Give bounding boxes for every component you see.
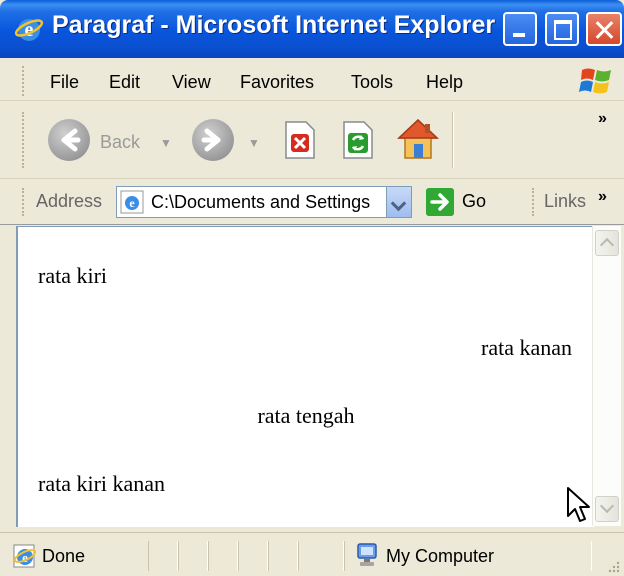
windows-logo-icon xyxy=(579,68,611,94)
paragraph-right: rata kanan xyxy=(481,335,572,360)
menu-view[interactable]: View xyxy=(172,72,211,93)
mouse-cursor-icon xyxy=(567,487,590,522)
ie-logo-icon: e xyxy=(14,19,44,41)
forward-button[interactable] xyxy=(192,119,234,161)
vertical-scrollbar[interactable] xyxy=(592,226,621,526)
my-computer-icon xyxy=(357,543,377,566)
scroll-down-button[interactable] xyxy=(595,496,619,522)
home-icon[interactable] xyxy=(396,116,440,162)
go-button[interactable]: Go xyxy=(462,191,486,212)
links-grip[interactable] xyxy=(532,188,537,216)
status-panel xyxy=(148,541,178,571)
toolbar-separator xyxy=(452,112,454,168)
menu-tools[interactable]: Tools xyxy=(351,72,393,93)
go-arrow-icon[interactable] xyxy=(426,188,454,216)
scroll-up-button[interactable] xyxy=(595,230,619,256)
status-panel xyxy=(268,541,298,571)
address-value[interactable]: C:\Documents and Settings xyxy=(151,192,370,213)
toolbar-overflow-chevron[interactable]: » xyxy=(598,110,607,128)
menu-favorites[interactable]: Favorites xyxy=(240,72,314,93)
paragraph-left: rata kiri xyxy=(38,263,108,288)
ie-window: e Paragraf - Microsoft Internet Explorer… xyxy=(0,0,624,576)
stop-icon[interactable] xyxy=(282,120,318,160)
maximize-button[interactable] xyxy=(545,12,579,46)
back-arrow-icon xyxy=(61,128,81,152)
paragraph-center: rata tengah xyxy=(257,403,355,428)
svg-text:e: e xyxy=(129,196,135,210)
links-label[interactable]: Links xyxy=(544,191,586,212)
menu-edit[interactable]: Edit xyxy=(109,72,140,93)
zone-text: My Computer xyxy=(386,546,495,566)
status-panel xyxy=(178,541,208,571)
status-panel xyxy=(238,541,268,571)
status-text: Done xyxy=(42,546,86,566)
status-panel xyxy=(298,541,344,571)
menu-grip[interactable] xyxy=(22,66,27,96)
back-dropdown-icon[interactable]: ▼ xyxy=(160,136,172,150)
menu-file[interactable]: File xyxy=(50,72,79,93)
page-content: rata kiri rata kanan rata tengah rata ki… xyxy=(16,226,594,527)
page-status-icon: e xyxy=(13,544,37,568)
address-bar: Address e C:\Documents and Settings Go L… xyxy=(0,180,624,225)
forward-dropdown-icon[interactable]: ▼ xyxy=(248,136,260,150)
back-button[interactable] xyxy=(48,119,90,161)
window-title: Paragraf - Microsoft Internet Explorer xyxy=(52,11,496,39)
status-panel xyxy=(208,541,238,571)
title-bar[interactable]: e Paragraf - Microsoft Internet Explorer xyxy=(0,0,624,58)
minimize-button[interactable] xyxy=(503,12,537,46)
address-input[interactable]: e C:\Documents and Settings xyxy=(116,186,412,218)
close-button[interactable] xyxy=(586,12,622,46)
toolbar-grip[interactable] xyxy=(22,112,27,168)
back-label[interactable]: Back xyxy=(100,132,140,153)
resize-grip-icon[interactable] xyxy=(606,559,620,573)
address-grip[interactable] xyxy=(22,188,27,216)
page-ie-icon: e xyxy=(120,190,144,214)
forward-arrow-icon xyxy=(201,128,221,152)
menu-bar: File Edit View Favorites Tools Help xyxy=(0,60,624,101)
paragraph-justify: rata kiri kanan xyxy=(38,471,166,496)
links-overflow-chevron[interactable]: » xyxy=(598,188,607,206)
address-dropdown-button[interactable] xyxy=(386,187,411,217)
address-label: Address xyxy=(36,191,103,211)
menu-help[interactable]: Help xyxy=(426,72,463,93)
standard-toolbar: Back ▼ ▼ » xyxy=(0,102,624,179)
refresh-icon[interactable] xyxy=(340,120,376,160)
status-bar: e Done My Computer xyxy=(0,532,624,576)
